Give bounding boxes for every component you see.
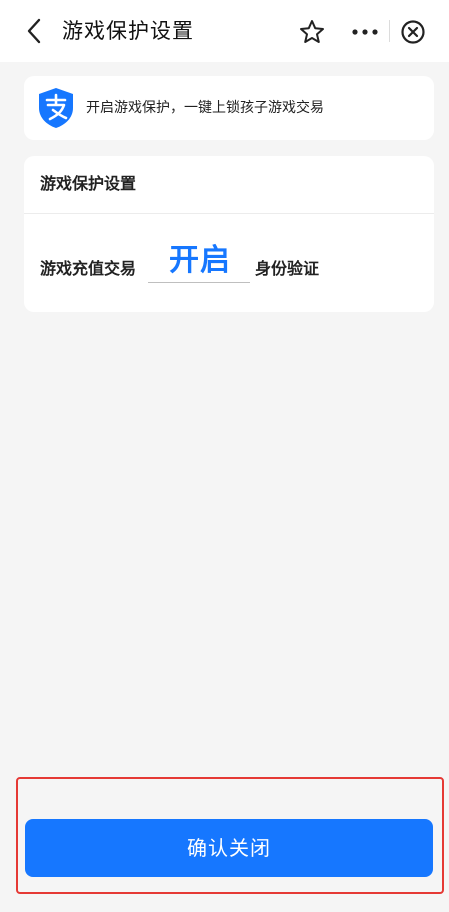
protection-status-value[interactable]: 开启 bbox=[150, 240, 250, 282]
close-button[interactable] bbox=[400, 19, 426, 45]
confirm-close-button[interactable]: 确认关闭 bbox=[25, 819, 433, 877]
more-dots-icon bbox=[352, 29, 378, 35]
card-header: 游戏保护设置 bbox=[40, 174, 137, 193]
back-arrow-icon bbox=[27, 18, 41, 44]
card-divider bbox=[24, 213, 434, 214]
banner-text: 开启游戏保护，一键上锁孩子游戏交易 bbox=[86, 100, 324, 116]
back-button[interactable] bbox=[20, 17, 48, 45]
verification-label: 身份验证 bbox=[255, 259, 320, 278]
status-underline bbox=[148, 282, 250, 283]
more-button[interactable] bbox=[350, 18, 380, 46]
recharge-label: 游戏充值交易 bbox=[40, 259, 137, 278]
page: 游戏保护设置 开启游戏保护，一键上锁孩子游戏交易 游戏保护设置 游戏充值交易 开… bbox=[0, 0, 449, 912]
star-icon bbox=[300, 20, 324, 43]
toolbar-divider bbox=[389, 20, 390, 42]
page-title: 游戏保护设置 bbox=[62, 19, 194, 43]
top-bar: 游戏保护设置 bbox=[0, 0, 449, 62]
protection-banner: 开启游戏保护，一键上锁孩子游戏交易 bbox=[24, 76, 434, 140]
close-circle-icon bbox=[401, 20, 425, 44]
favorite-button[interactable] bbox=[298, 18, 326, 46]
settings-card: 游戏保护设置 游戏充值交易 开启 身份验证 bbox=[24, 156, 434, 312]
alipay-shield-icon bbox=[39, 88, 73, 128]
